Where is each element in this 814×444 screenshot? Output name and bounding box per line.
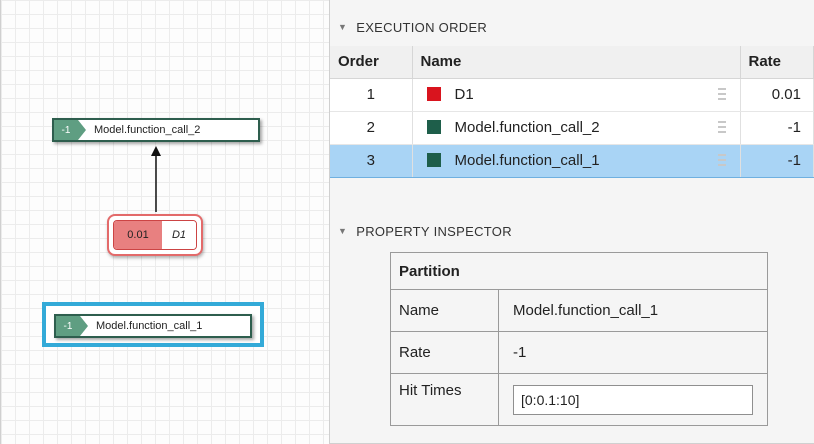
row-name: Model.function_call_2 (454, 119, 600, 136)
d1-name-label: D1 (162, 221, 196, 249)
execution-order-table: Order Name Rate 1 D1 0.01 2 Model.functi… (330, 46, 814, 178)
row-rate: -1 (740, 111, 814, 145)
d1-block[interactable]: 0.01 D1 (107, 214, 203, 256)
side-panel: ▼ EXECUTION ORDER Order Name Rate 1 D1 0… (330, 0, 814, 444)
row-order: 1 (330, 78, 413, 112)
rate-property-value: -1 (498, 331, 768, 374)
model-canvas[interactable]: -1 Model.function_call_2 0.01 D1 -1 Mode… (0, 0, 330, 444)
property-inspector-title: PROPERTY INSPECTOR (356, 223, 512, 239)
column-header-order[interactable]: Order (330, 46, 413, 79)
partition-section-title: Partition (390, 252, 768, 290)
name-property-label: Name (390, 289, 499, 332)
collapse-caret-icon[interactable]: ▼ (338, 226, 347, 236)
property-inspector-header[interactable]: ▼ PROPERTY INSPECTOR (330, 216, 814, 246)
color-swatch-icon (426, 87, 441, 101)
fc2-rate-tag: -1 (54, 120, 86, 140)
drag-handle-icon[interactable] (717, 87, 726, 102)
table-row-selected[interactable]: 3 Model.function_call_1 -1 (330, 143, 814, 178)
function-call-1-block[interactable]: -1 Model.function_call_1 (54, 314, 252, 338)
color-swatch-icon (426, 153, 441, 167)
property-table: Partition Name Model.function_call_1 Rat… (390, 252, 768, 426)
column-header-rate[interactable]: Rate (740, 46, 814, 79)
table-row[interactable]: 2 Model.function_call_2 -1 (330, 111, 814, 145)
hit-times-label: Hit Times (390, 373, 499, 426)
drag-handle-icon[interactable] (717, 120, 726, 135)
fc1-block-label: Model.function_call_1 (96, 320, 203, 332)
fc1-rate-tag: -1 (56, 316, 88, 336)
name-property-value: Model.function_call_1 (498, 289, 768, 332)
fc2-block-label: Model.function_call_2 (94, 124, 201, 136)
color-swatch-icon (426, 120, 441, 134)
drag-handle-icon[interactable] (717, 153, 726, 168)
d1-rate-label: 0.01 (114, 221, 162, 249)
hit-times-input[interactable] (513, 384, 753, 415)
row-order: 2 (330, 111, 413, 145)
execution-order-title: EXECUTION ORDER (356, 19, 488, 35)
rate-property-label: Rate (390, 331, 499, 374)
row-order: 3 (330, 143, 413, 178)
row-rate: -1 (740, 143, 814, 178)
row-name: D1 (454, 86, 474, 103)
row-rate: 0.01 (740, 78, 814, 112)
function-call-1-selection-highlight[interactable]: -1 Model.function_call_1 (42, 302, 264, 347)
collapse-caret-icon[interactable]: ▼ (338, 22, 347, 32)
execution-order-header[interactable]: ▼ EXECUTION ORDER (330, 12, 814, 42)
column-header-name[interactable]: Name (412, 46, 741, 79)
function-call-2-block[interactable]: -1 Model.function_call_2 (52, 118, 260, 142)
row-name: Model.function_call_1 (454, 152, 600, 169)
table-row[interactable]: 1 D1 0.01 (330, 78, 814, 112)
